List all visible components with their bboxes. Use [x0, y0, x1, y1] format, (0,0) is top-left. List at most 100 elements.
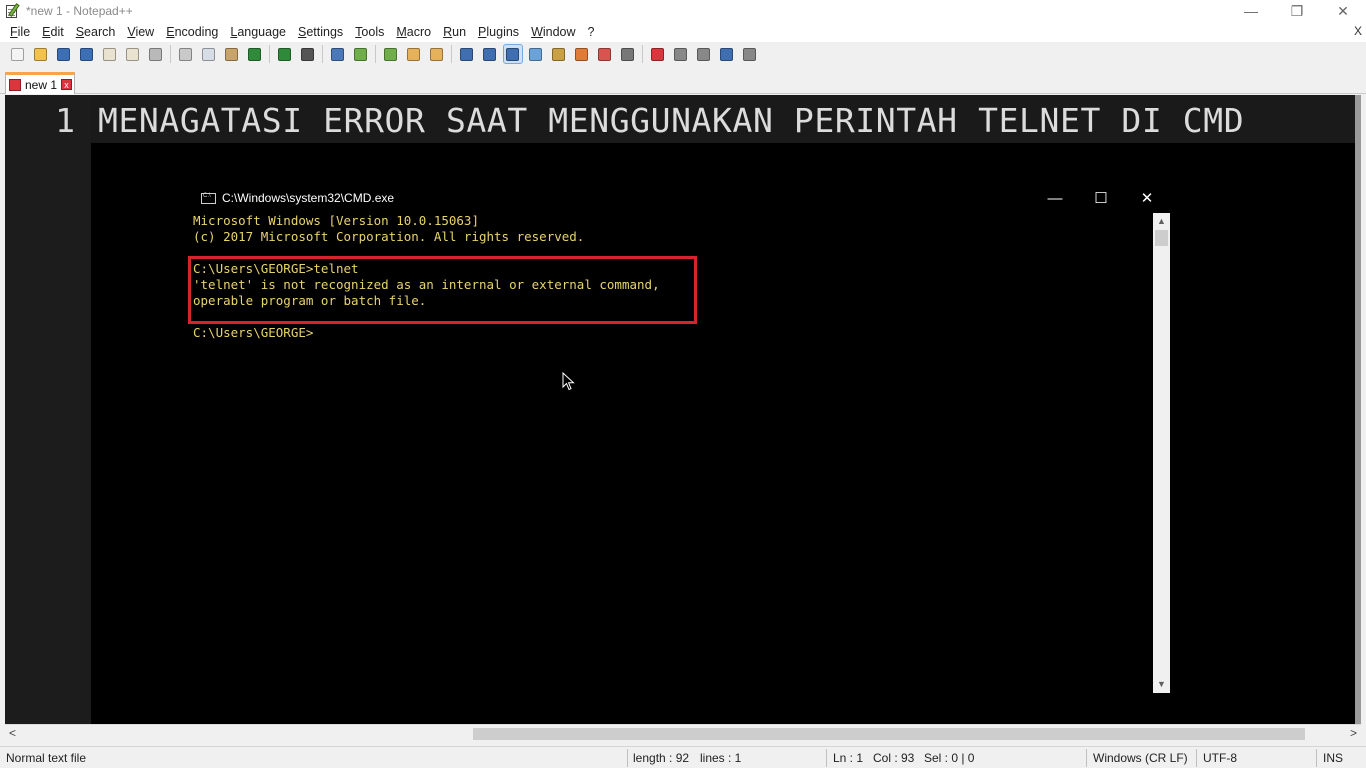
menu-edit[interactable]: Edit: [36, 25, 70, 39]
close-file-button[interactable]: [101, 45, 119, 63]
mouse-cursor-icon: [562, 372, 575, 391]
menu-settings[interactable]: Settings: [292, 25, 349, 39]
zoom-out-button[interactable]: [382, 45, 400, 63]
editor-edge: [1355, 95, 1361, 724]
cmd-scroll-thumb[interactable]: [1155, 230, 1168, 246]
tab-close-icon[interactable]: x: [61, 79, 73, 90]
toolbar-separator: [170, 45, 171, 63]
cmd-minimize-button[interactable]: —: [1032, 183, 1078, 213]
menu-tools[interactable]: Tools: [349, 25, 390, 39]
sync-vertical-button[interactable]: [405, 45, 423, 63]
word-wrap-icon: [460, 47, 473, 61]
sync-vertical-icon: [407, 47, 420, 61]
stop-record-button[interactable]: [672, 45, 690, 63]
notepad-plus-plus-icon: [4, 3, 20, 19]
function-list-button[interactable]: [550, 45, 568, 63]
open-file-button[interactable]: [32, 45, 50, 63]
close-all-button[interactable]: [124, 45, 142, 63]
scroll-left-icon[interactable]: <: [9, 726, 16, 740]
toolbar-separator: [375, 45, 376, 63]
cmd-title: C:\Windows\system32\CMD.exe: [222, 191, 395, 205]
menu-view[interactable]: View: [121, 25, 160, 39]
play-multiple-button[interactable]: [718, 45, 736, 63]
toolbar-separator: [269, 45, 270, 63]
zoom-in-button[interactable]: [352, 45, 370, 63]
word-wrap-button[interactable]: [458, 45, 476, 63]
paste-button[interactable]: [223, 45, 241, 63]
code-line[interactable]: MENAGATASI ERROR SAAT MENGGUNAKAN PERINT…: [98, 101, 1244, 140]
console-icon: [201, 192, 216, 204]
menu-plugins[interactable]: Plugins: [472, 25, 525, 39]
record-macro-button[interactable]: [649, 45, 667, 63]
menu-language[interactable]: Language: [224, 25, 292, 39]
close-button[interactable]: ✕: [1320, 0, 1366, 22]
record-macro-icon: [651, 47, 664, 61]
cmd-title-bar[interactable]: C:\Windows\system32\CMD.exe — ☐ ✕: [193, 183, 1170, 213]
cmd-close-button[interactable]: ✕: [1124, 183, 1170, 213]
indent-guide-button[interactable]: [502, 44, 523, 64]
print-button[interactable]: [147, 45, 165, 63]
cmd-scroll-up-icon[interactable]: ▲: [1153, 213, 1170, 230]
menu-file[interactable]: File: [4, 25, 36, 39]
status-divider: [1196, 749, 1197, 767]
minimize-button[interactable]: —: [1228, 0, 1274, 22]
menu-help[interactable]: ?: [582, 25, 601, 39]
cmd-scrollbar[interactable]: ▲ ▼: [1153, 213, 1170, 693]
cut-button[interactable]: [177, 45, 195, 63]
new-file-button[interactable]: [9, 45, 27, 63]
status-divider: [1086, 749, 1087, 767]
find-icon: [301, 47, 314, 61]
monitoring-button[interactable]: [596, 45, 614, 63]
menu-macro[interactable]: Macro: [390, 25, 437, 39]
doc-switcher-button[interactable]: [619, 45, 637, 63]
status-divider: [1316, 749, 1317, 767]
save-all-button[interactable]: [78, 45, 96, 63]
menu-encoding[interactable]: Encoding: [160, 25, 224, 39]
undo-icon: [248, 47, 261, 61]
horizontal-scrollbar[interactable]: < >: [5, 724, 1361, 742]
sync-horizontal-icon: [430, 47, 443, 61]
window-controls: — ❐ ✕: [1228, 0, 1366, 22]
error-highlight-box: [188, 256, 697, 324]
cmd-scroll-down-icon[interactable]: ▼: [1153, 676, 1170, 693]
show-all-chars-icon: [483, 47, 496, 61]
zoom-out-icon: [384, 47, 397, 61]
status-divider: [627, 749, 628, 767]
save-macro-button[interactable]: [741, 45, 759, 63]
folder-as-workspace-button[interactable]: [573, 45, 591, 63]
window-title: *new 1 - Notepad++: [26, 4, 133, 18]
tab-new-1[interactable]: new 1 x: [5, 72, 75, 94]
scroll-right-icon[interactable]: >: [1350, 726, 1357, 740]
title-bar: *new 1 - Notepad++ — ❐ ✕: [0, 0, 1366, 22]
cmd-output-line: C:\Users\GEORGE>: [193, 325, 314, 340]
horizontal-scroll-thumb[interactable]: [473, 728, 1305, 740]
menu-search[interactable]: Search: [70, 25, 122, 39]
cmd-output-line: Microsoft Windows [Version 10.0.15063]: [193, 213, 479, 228]
toolbar-separator: [322, 45, 323, 63]
save-button[interactable]: [55, 45, 73, 63]
restore-button[interactable]: ❐: [1274, 0, 1320, 22]
document-map-button[interactable]: [527, 45, 545, 63]
show-all-chars-button[interactable]: [481, 45, 499, 63]
copy-button[interactable]: [200, 45, 218, 63]
print-icon: [149, 47, 162, 61]
stop-record-icon: [674, 47, 687, 61]
status-ln: Ln : 1: [833, 751, 864, 765]
toolbar-separator: [451, 45, 452, 63]
undo-button[interactable]: [246, 45, 264, 63]
play-macro-button[interactable]: [695, 45, 713, 63]
close-document-button[interactable]: X: [1354, 24, 1362, 38]
cmd-window-controls: — ☐ ✕: [1032, 183, 1170, 213]
tab-strip: new 1 x: [0, 66, 1366, 94]
cmd-maximize-button[interactable]: ☐: [1078, 183, 1124, 213]
save-icon: [57, 47, 70, 61]
status-divider: [826, 749, 827, 767]
document-map-icon: [529, 47, 542, 61]
redo-button[interactable]: [276, 45, 294, 63]
menu-window[interactable]: Window: [525, 25, 581, 39]
line-number: 1: [55, 101, 75, 140]
find-button[interactable]: [299, 45, 317, 63]
sync-horizontal-button[interactable]: [428, 45, 446, 63]
menu-run[interactable]: Run: [437, 25, 472, 39]
replace-button[interactable]: [329, 45, 347, 63]
